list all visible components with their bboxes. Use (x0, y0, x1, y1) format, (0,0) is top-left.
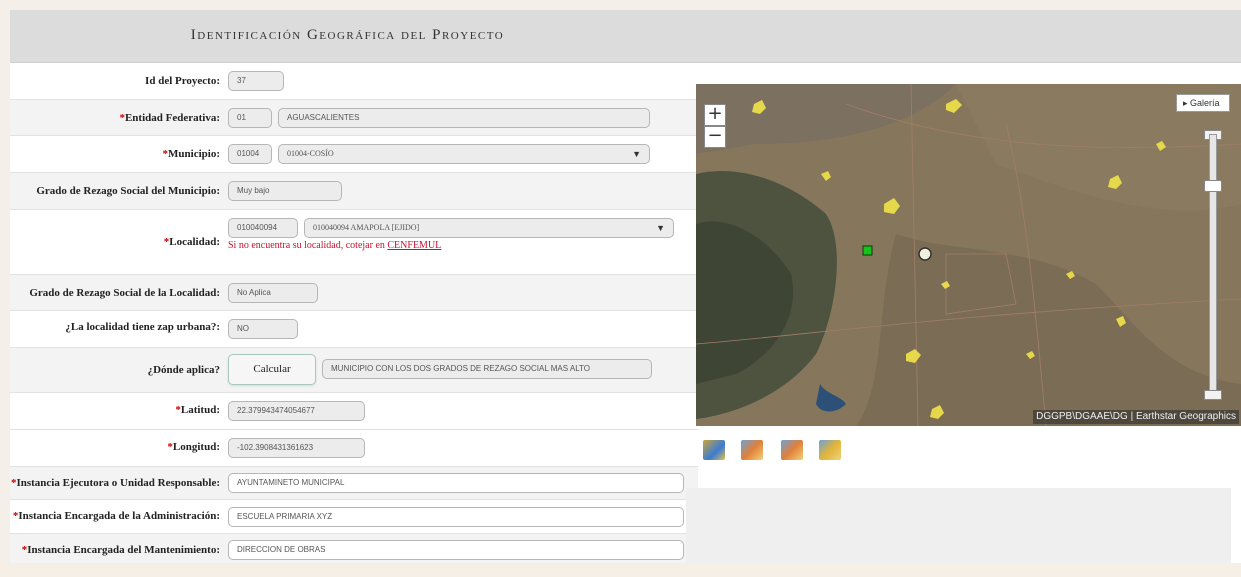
zoom-slider-track[interactable] (1209, 134, 1217, 394)
longitud-field[interactable]: -102.3908431361623 (228, 438, 365, 458)
form-row-municipio: *Municipio: 01004 01004-COSÍO ▼ (10, 136, 698, 173)
form-row-instancia-ejecutora: *Instancia Ejecutora o Unidad Responsabl… (10, 467, 698, 500)
instancia-mant-field[interactable]: DIRECCION DE OBRAS (228, 540, 684, 560)
entidad-name-field[interactable]: AGUASCALIENTES (278, 108, 650, 128)
page-title: Identificación Geográfica del Proyecto (190, 27, 505, 43)
longitud-label: *Longitud: (167, 441, 220, 453)
zap-urbana-field[interactable]: NO (228, 319, 298, 339)
gallery-button[interactable]: ▸ Galería (1176, 94, 1230, 112)
form-row-donde-aplica: ¿Dónde aplica? Calcular MUNICIPIO CON LO… (10, 348, 698, 393)
page-footer-strip (0, 563, 1241, 577)
form-row-latitud: *Latitud: 22.379943474054677 (10, 393, 698, 430)
map-side-panel (686, 488, 1231, 567)
localidad-code-field[interactable]: 010040094 (228, 218, 298, 238)
rezago-municipio-label: Grado de Rezago Social del Municipio: (36, 185, 220, 197)
instancia-ejecutora-field[interactable]: AYUNTAMINETO MUNICIPAL (228, 473, 684, 493)
layer-icon-4[interactable] (819, 440, 841, 460)
form-row-rezago-localidad: Grado de Rezago Social de la Localidad: … (10, 275, 698, 311)
form-row-rezago-municipio: Grado de Rezago Social del Municipio: Mu… (10, 173, 698, 210)
section-header: Identificación Geográfica del Proyecto (10, 10, 1241, 63)
chevron-down-icon: ▼ (632, 149, 641, 159)
layer-icon-3[interactable] (781, 440, 803, 460)
localidad-help: Si no encuentra su localidad, cotejar en… (228, 240, 442, 251)
instancia-mant-label: *Instancia Encargada del Mantenimiento: (21, 544, 220, 556)
basemap-layer-icon[interactable] (703, 440, 725, 460)
latitud-field[interactable]: 22.379943474054677 (228, 401, 365, 421)
calcular-button[interactable]: Calcular (228, 354, 316, 385)
entidad-code-field[interactable]: 01 (228, 108, 272, 128)
instancia-admin-label: *Instancia Encargada de la Administració… (12, 510, 220, 522)
zoom-out-button[interactable]: − (704, 126, 726, 148)
municipio-code-field[interactable]: 01004 (228, 144, 272, 164)
form-row-zap-urbana: ¿La localidad tiene zap urbana?: NO (10, 311, 698, 348)
localidad-label: *Localidad: (163, 236, 220, 248)
instancia-ejecutora-label: *Instancia Ejecutora o Unidad Responsabl… (10, 477, 220, 489)
municipio-select[interactable]: 01004-COSÍO ▼ (278, 144, 650, 164)
latitud-label: *Latitud: (175, 404, 220, 416)
form-row-longitud: *Longitud: -102.3908431361623 (10, 430, 698, 467)
map-attribution: DGGPB\DGAAE\DG | Earthstar Geographics (1033, 410, 1239, 424)
zoom-slider-thumb[interactable] (1204, 180, 1222, 192)
satellite-map[interactable]: + − ▸ Galería DGGPB\DGAAE\DG | Earthstar… (696, 84, 1241, 426)
map-imagery (696, 84, 1241, 426)
form-row-instancia-admin: *Instancia Encargada de la Administració… (10, 500, 698, 534)
rezago-localidad-label: Grado de Rezago Social de la Localidad: (29, 287, 220, 299)
form-row-id-proyecto: Id del Proyecto: 37 (10, 63, 698, 100)
rezago-localidad-field[interactable]: No Aplica (228, 283, 318, 303)
localidad-select[interactable]: 010040094 AMAPOLA [EJIDO] ▼ (304, 218, 674, 238)
donde-aplica-label: ¿Dónde aplica? (147, 364, 220, 376)
donde-aplica-field[interactable]: MUNICIPIO CON LOS DOS GRADOS DE REZAGO S… (322, 359, 652, 379)
id-proyecto-label: Id del Proyecto: (145, 75, 220, 87)
layer-icon-2[interactable] (741, 440, 763, 460)
form-row-entidad: *Entidad Federativa: 01 AGUASCALIENTES (10, 100, 698, 136)
instancia-admin-field[interactable]: ESCUELA PRIMARIA XYZ (228, 507, 684, 527)
slider-bottom-cap[interactable] (1204, 390, 1222, 400)
rezago-municipio-field[interactable]: Muy bajo (228, 181, 342, 201)
form-row-localidad: *Localidad: 010040094 010040094 AMAPOLA … (10, 210, 698, 275)
entidad-label: *Entidad Federativa: (119, 112, 220, 124)
zap-urbana-label: ¿La localidad tiene zap urbana?: (65, 321, 220, 333)
cenfemul-link[interactable]: CENFEMUL (387, 240, 441, 251)
id-proyecto-field[interactable]: 37 (228, 71, 284, 91)
municipio-label: *Municipio: (162, 148, 220, 160)
chevron-down-icon: ▼ (656, 223, 665, 233)
zoom-in-button[interactable]: + (704, 104, 726, 126)
